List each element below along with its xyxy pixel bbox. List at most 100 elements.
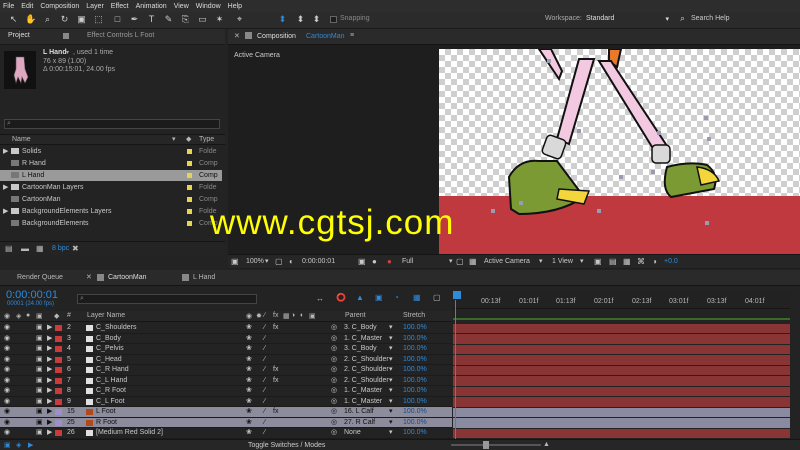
snapping-checkbox[interactable] (330, 16, 337, 23)
visibility-eye-icon[interactable]: ◉ (4, 418, 10, 429)
work-area-bar[interactable] (453, 318, 790, 320)
layer-row[interactable]: ◉ ▣ ▶ 2 C_Shoulders ❀ ∕ fx ◎ 3. C_Body ▾ 100.0% (0, 323, 452, 334)
search-help-field[interactable]: Search Help (691, 15, 791, 25)
exposure-value[interactable]: +0.0 (664, 258, 678, 265)
selection-tool-icon[interactable]: ↖ (8, 14, 19, 25)
new-composition-icon[interactable]: ▦ (36, 244, 44, 253)
parent-value[interactable]: 2. C_Shoulder (344, 376, 389, 387)
fx-switch-icon[interactable]: fx (273, 323, 278, 334)
shy-switch-icon[interactable]: ❀ (246, 355, 252, 366)
quality-switch-icon[interactable]: ∕ (264, 376, 265, 387)
camera-select[interactable]: Active Camera (484, 258, 530, 265)
label-swatch[interactable] (187, 161, 192, 166)
lock-icon[interactable]: ▣ (36, 376, 43, 387)
shy-switch-icon[interactable]: ❀ (246, 323, 252, 334)
tab-project[interactable]: Project (8, 29, 30, 43)
hand-tool-icon[interactable]: ✋ (25, 14, 36, 25)
resolution-select[interactable]: Full (402, 258, 413, 265)
quality-switch-icon[interactable]: ∕ (264, 418, 265, 429)
menu-edit[interactable]: Edit (21, 3, 33, 10)
label-color-swatch[interactable] (55, 325, 62, 331)
parent-value[interactable]: 1. C_Master (344, 397, 382, 408)
parent-value[interactable]: 1. C_Master (344, 334, 382, 345)
expand-layer-icon[interactable]: ▶ (47, 386, 52, 397)
transparency-grid-icon[interactable]: ▦ (469, 257, 477, 266)
views-select[interactable]: 1 View (552, 258, 573, 265)
lock-icon[interactable]: ▣ (36, 334, 43, 345)
parent-value[interactable]: 2. C_Shoulder (344, 365, 389, 376)
layer-duration-bar[interactable] (453, 407, 790, 417)
brush-tool-icon[interactable]: ✎ (163, 14, 174, 25)
label-color-swatch[interactable] (55, 398, 62, 405)
layer-row[interactable]: ◉ ▣ ▶ 6 C_R Hand ❀ ∕ fx ◎ 2. C_Shoulder ▾ 100.0% (0, 365, 452, 376)
stretch-value[interactable]: 100.0% (403, 428, 427, 439)
layer-row[interactable]: ◉ ▣ ▶ 15 L Foot ❀ ∕ fx ◎ 16. L Calf ▾ 100.0% (0, 407, 452, 418)
shy-switch-icon[interactable]: ❀ (246, 334, 252, 345)
layer-duration-bar[interactable] (453, 386, 790, 396)
lock-icon[interactable]: ▣ (36, 397, 43, 408)
show-snapshot-icon[interactable]: ● (372, 257, 377, 266)
trash-icon[interactable]: ✖ (72, 244, 79, 253)
label-color-swatch[interactable] (55, 388, 62, 394)
layer-row[interactable]: ◉ ▣ ▶ 4 C_Pelvis ❀ ∕ ◎ 3. C_Body ▾ 100.0% (0, 344, 452, 355)
shy-switch-icon[interactable]: ❀ (246, 397, 252, 408)
parent-pickwhip-icon[interactable]: ◎ (331, 397, 337, 408)
safe-margins-icon[interactable]: ▢ (275, 257, 283, 266)
time-ruler[interactable]: 00:13f 01:01f 01:13f 02:01f 02:13f 03:01… (453, 291, 790, 309)
project-item[interactable]: BackgroundElements Comp (0, 218, 222, 229)
menu-view[interactable]: View (174, 3, 189, 10)
quality-switch-icon[interactable]: ∕ (264, 334, 265, 345)
project-item[interactable]: L Hand Comp (0, 170, 222, 181)
col-name[interactable]: Name (12, 136, 31, 143)
axis-world-icon[interactable]: ⬍ (295, 14, 306, 25)
draft-3d-icon[interactable]: ⭕ (336, 293, 346, 302)
quality-switch-icon[interactable]: ∕ (264, 428, 265, 439)
stretch-value[interactable]: 100.0% (403, 355, 427, 366)
col-stretch[interactable]: Stretch (403, 312, 425, 319)
expand-layer-icon[interactable]: ▶ (47, 355, 52, 366)
parent-value[interactable]: 27. R Calf (344, 418, 375, 429)
item-dropdown-icon[interactable]: ▾ (66, 49, 69, 56)
label-color-swatch[interactable] (55, 367, 62, 373)
tab-effect-controls[interactable]: Effect Controls L Foot (87, 29, 154, 43)
shy-switch-icon[interactable]: ❀ (246, 376, 252, 387)
shy-layers-icon[interactable]: ▲ (356, 293, 364, 302)
timeline-icon[interactable]: ▦ (623, 257, 631, 266)
stretch-value[interactable]: 100.0% (403, 407, 427, 418)
tab-cartoonman[interactable]: CartoonMan (108, 274, 147, 281)
label-column-icon[interactable]: ▾ (172, 135, 176, 143)
parent-pickwhip-icon[interactable]: ◎ (331, 334, 337, 345)
parent-value[interactable]: 1. C_Master (344, 386, 382, 397)
current-time[interactable]: 0:00:00:01 (302, 258, 335, 265)
menu-animation[interactable]: Animation (136, 3, 167, 10)
lock-icon[interactable]: ▣ (36, 428, 43, 439)
expand-layer-icon[interactable]: ▶ (47, 418, 52, 429)
menu-layer[interactable]: Layer (86, 3, 104, 10)
project-item[interactable]: ▶ CartoonMan Layers Folde (0, 182, 222, 193)
quality-switch-icon[interactable]: ∕ (264, 397, 265, 408)
expand-layer-icon[interactable]: ▶ (47, 397, 52, 408)
rectangle-tool-icon[interactable]: □ (112, 14, 123, 25)
eraser-tool-icon[interactable]: ▭ (197, 14, 208, 25)
parent-value[interactable]: 3. C_Body (344, 344, 377, 355)
rotate-tool-icon[interactable]: ↻ (59, 14, 70, 25)
label-swatch[interactable] (187, 149, 192, 154)
layer-row[interactable]: ◉ ▣ ▶ 7 C_L Hand ❀ ∕ fx ◎ 2. C_Shoulder ▾ 100.0% (0, 376, 452, 387)
quality-switch-icon[interactable]: ∕ (264, 407, 265, 418)
parent-value[interactable]: 2. C_Shoulder (344, 355, 389, 366)
fx-switch-icon[interactable]: fx (273, 407, 278, 418)
quality-switch-icon[interactable]: ∕ (264, 365, 265, 376)
stretch-value[interactable]: 100.0% (403, 418, 427, 429)
zoom-slider-handle[interactable] (483, 441, 489, 449)
shy-switch-icon[interactable]: ❀ (246, 418, 252, 429)
col-type[interactable]: Type (199, 136, 214, 143)
motion-blur-icon[interactable]: ◔ (394, 293, 399, 302)
layer-row[interactable]: ◉ ▣ ▶ 8 C_R Foot ❀ ∕ ◎ 1. C_Master ▾ 100.0% (0, 386, 452, 397)
stretch-value[interactable]: 100.0% (403, 386, 427, 397)
parent-pickwhip-icon[interactable]: ◎ (331, 418, 337, 429)
stretch-value[interactable]: 100.0% (403, 376, 427, 387)
visibility-eye-icon[interactable]: ◉ (4, 323, 10, 334)
parent-pickwhip-icon[interactable]: ◎ (331, 407, 337, 418)
expand-layer-icon[interactable]: ▶ (47, 344, 52, 355)
tab-l-hand[interactable]: L Hand (193, 274, 215, 281)
